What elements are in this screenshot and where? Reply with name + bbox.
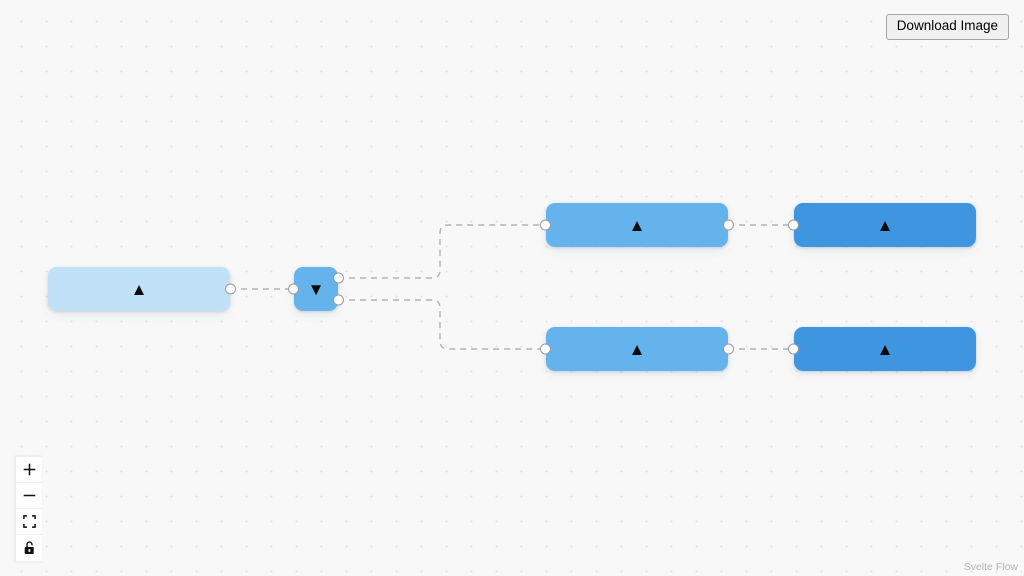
flow-node-5[interactable]: ▲ <box>788 203 976 247</box>
fit-view-icon <box>22 515 36 528</box>
handle-source-node-3[interactable] <box>723 219 734 231</box>
handle-source-node-4[interactable] <box>723 343 734 355</box>
flow-controls-panel[interactable] <box>15 456 42 562</box>
handle-source-node-1[interactable] <box>225 283 236 295</box>
handle-target-node-6[interactable] <box>788 343 799 355</box>
fit-view-button[interactable] <box>16 509 42 535</box>
plus-icon <box>23 463 36 476</box>
flow-node-1[interactable]: ▲ <box>48 267 236 311</box>
triangle-up-icon: ▲ <box>876 339 894 359</box>
handle-target-node-5[interactable] <box>788 219 799 231</box>
flow-node-3[interactable]: ▲ <box>540 203 734 247</box>
download-image-button[interactable]: Download Image <box>885 14 1009 40</box>
handle-target-node-3[interactable] <box>540 219 551 231</box>
flow-node-6[interactable]: ▲ <box>788 327 976 371</box>
flow-canvas[interactable]: ▲ ▼ ▲ ▲ ▲ ▲ Download Image Svelte Flow <box>0 0 1024 576</box>
svelte-flow-attribution[interactable]: Svelte Flow <box>964 561 1018 573</box>
handle-target-node-2[interactable] <box>288 283 299 295</box>
zoom-in-button[interactable] <box>16 457 42 483</box>
triangle-down-icon: ▼ <box>307 279 325 299</box>
handle-target-node-4[interactable] <box>540 343 551 355</box>
handle-source-a-node-2[interactable] <box>333 272 344 284</box>
triangle-up-icon: ▲ <box>130 279 148 299</box>
triangle-up-icon: ▲ <box>876 215 894 235</box>
flow-node-4[interactable]: ▲ <box>540 327 734 371</box>
minus-icon <box>23 489 36 502</box>
lock-button[interactable] <box>16 535 42 561</box>
edge-2-4 <box>338 299 546 350</box>
edge-2-3 <box>338 224 546 279</box>
lock-icon <box>23 541 36 555</box>
triangle-up-icon: ▲ <box>628 215 646 235</box>
handle-source-b-node-2[interactable] <box>333 294 344 306</box>
flow-node-2[interactable]: ▼ <box>288 267 344 311</box>
zoom-out-button[interactable] <box>16 483 42 509</box>
triangle-up-icon: ▲ <box>628 339 646 359</box>
